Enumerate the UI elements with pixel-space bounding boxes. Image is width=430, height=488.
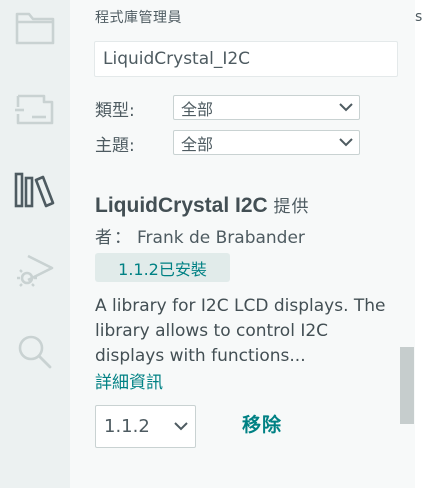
editor-edge-text: s <box>415 9 423 25</box>
search-input[interactable] <box>94 41 398 77</box>
author-prefix: 者： <box>95 228 133 248</box>
type-filter-value: 全部 <box>181 99 214 119</box>
chevron-down-icon <box>174 422 188 431</box>
library-manager-icon[interactable] <box>0 162 70 218</box>
library-name: LiquidCrystal I2C <box>95 194 268 217</box>
topic-filter-label: 主題: <box>95 136 135 156</box>
activity-bar <box>0 0 70 488</box>
remove-button[interactable]: 移除 <box>242 410 282 437</box>
topic-filter-select[interactable]: 全部 <box>173 130 360 155</box>
type-filter-label: 類型: <box>95 101 135 121</box>
library-author: Frank de Brabander <box>137 228 305 248</box>
debug-icon[interactable] <box>0 242 70 298</box>
topic-filter-value: 全部 <box>181 134 214 154</box>
more-info-link[interactable]: 詳細資訊 <box>95 368 163 393</box>
library-title: LiquidCrystal I2C 提供 <box>95 192 310 218</box>
library-author-line: 者： Frank de Brabander <box>95 223 305 248</box>
search-icon[interactable] <box>0 324 70 380</box>
folder-icon[interactable] <box>0 0 70 56</box>
library-manager-panel: 程式庫管理員 類型: 全部 主題: 全部 LiquidCrystal I2C 提… <box>70 0 415 488</box>
panel-title: 程式庫管理員 <box>95 10 182 26</box>
board-manager-icon[interactable] <box>0 80 70 136</box>
editor-edge: s <box>415 0 430 488</box>
version-value: 1.1.2 <box>104 416 150 437</box>
library-description: A library for I2C LCD displays. The libr… <box>95 296 386 366</box>
scrollbar-thumb[interactable] <box>400 347 414 424</box>
type-filter-select[interactable]: 全部 <box>173 95 360 120</box>
installed-badge: 1.1.2已安裝 <box>95 253 230 282</box>
chevron-down-icon <box>339 138 353 147</box>
library-by-label: 提供 <box>273 197 310 217</box>
chevron-down-icon <box>339 103 353 112</box>
version-select[interactable]: 1.1.2 <box>95 405 196 448</box>
